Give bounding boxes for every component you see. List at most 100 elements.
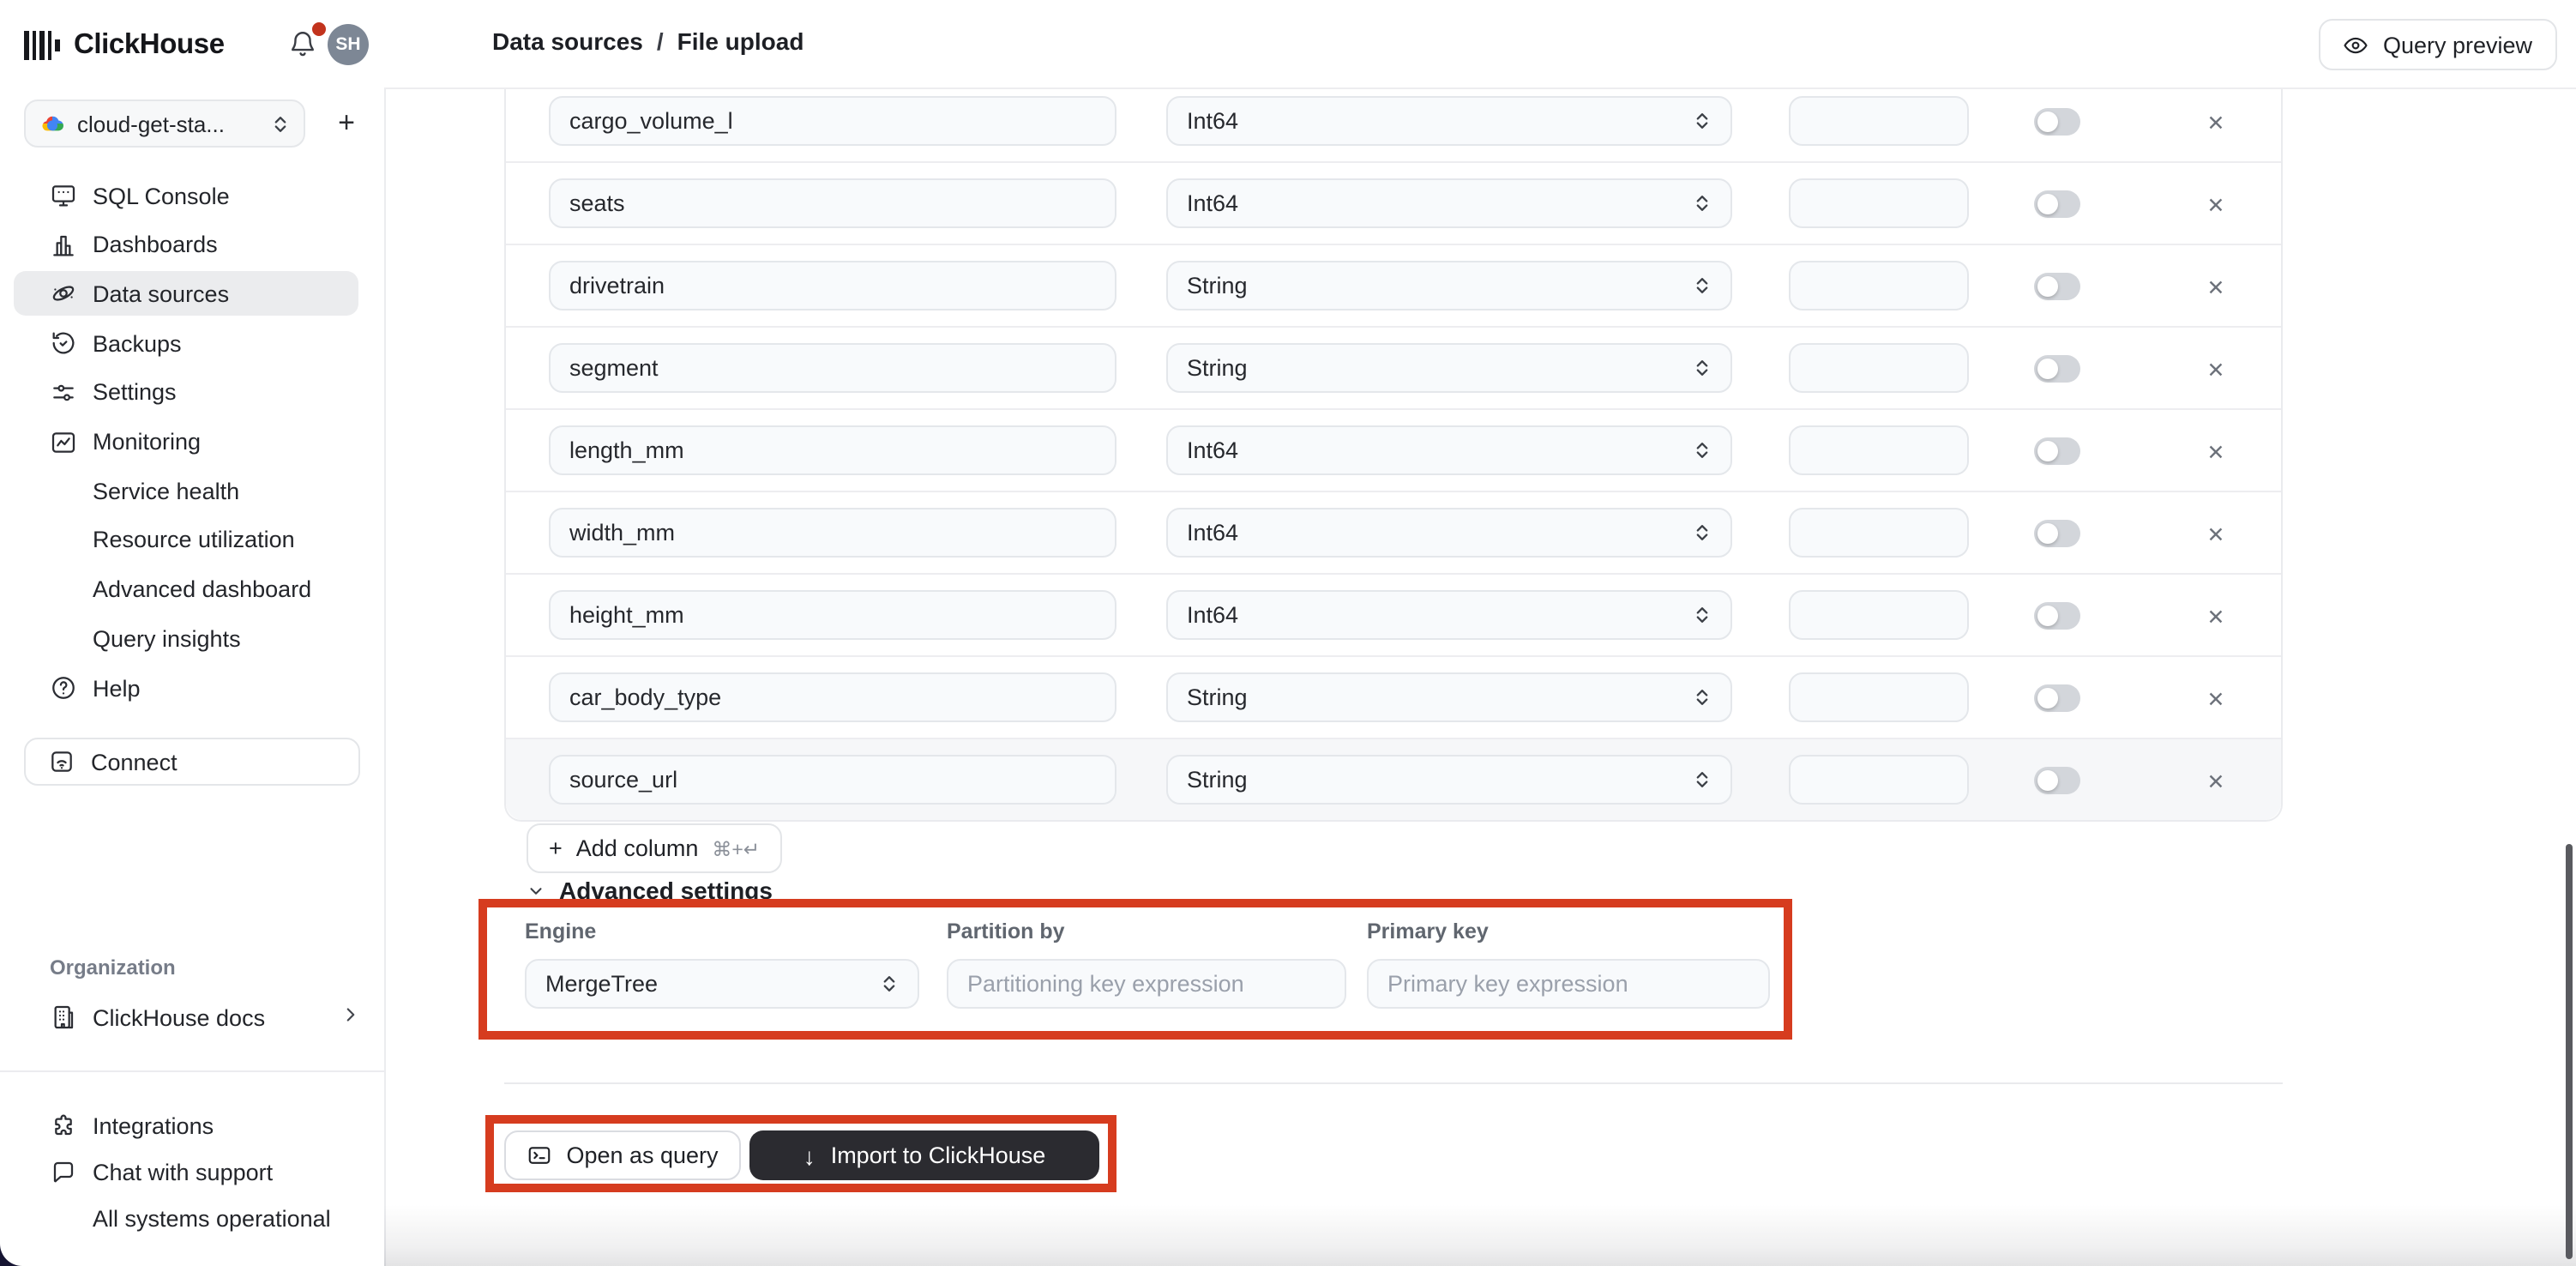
close-icon: ✕ (2207, 109, 2225, 135)
nullable-toggle[interactable] (2034, 108, 2080, 136)
engine-select[interactable]: MergeTree (525, 959, 919, 1009)
sidebar-item-label: Resource utilization (93, 528, 295, 553)
primary-key-input[interactable] (1367, 959, 1770, 1009)
sidebar-item-clickhouse-docs[interactable]: ClickHouse docs (14, 995, 358, 1040)
sidebar-item-integrations[interactable]: Integrations (14, 1103, 358, 1148)
avatar[interactable]: SH (328, 24, 369, 65)
query-preview-button[interactable]: Query preview (2319, 19, 2557, 70)
column-type-select[interactable]: String (1166, 343, 1732, 393)
column-name-input[interactable] (549, 261, 1116, 310)
nullable-toggle[interactable] (2034, 190, 2080, 218)
column-name-input[interactable] (549, 755, 1116, 805)
remove-column-button[interactable]: ✕ (2200, 271, 2231, 302)
sidebar-item-query-insights[interactable]: Query insights (14, 617, 358, 661)
chevron-up-down-icon (880, 973, 899, 995)
column-type-select[interactable]: Int64 (1166, 96, 1732, 146)
breadcrumb-data-sources[interactable]: Data sources (492, 27, 643, 55)
add-service-button[interactable]: + (326, 103, 367, 144)
column-type-value: Int64 (1187, 437, 1238, 463)
column-type-select[interactable]: String (1166, 672, 1732, 722)
system-status[interactable]: All systems operational (14, 1196, 358, 1240)
remove-column-button[interactable]: ✕ (2200, 189, 2231, 220)
remove-column-button[interactable]: ✕ (2200, 106, 2231, 137)
sidebar-item-monitoring[interactable]: Monitoring (14, 419, 358, 464)
remove-column-button[interactable]: ✕ (2200, 518, 2231, 549)
nullable-toggle[interactable] (2034, 437, 2080, 465)
column-type-select[interactable]: Int64 (1166, 425, 1732, 475)
column-type-select[interactable]: Int64 (1166, 508, 1732, 558)
remove-column-button[interactable]: ✕ (2200, 353, 2231, 384)
sidebar-item-settings[interactable]: Settings (14, 371, 358, 415)
column-name-input[interactable] (549, 178, 1116, 228)
table-row: String ✕ (506, 739, 2281, 820)
column-name-input[interactable] (549, 343, 1116, 393)
add-column-button[interactable]: + Add column ⌘+↵ (527, 823, 782, 873)
default-value-input[interactable] (1789, 261, 1969, 310)
sidebar-item-sql-console[interactable]: SQL Console (14, 173, 358, 218)
remove-column-button[interactable]: ✕ (2200, 765, 2231, 796)
close-icon: ✕ (2207, 603, 2225, 629)
column-type-value: String (1187, 273, 1248, 298)
sidebar-item-dashboards[interactable]: Dashboards (14, 222, 358, 267)
sidebar-item-label: SQL Console (93, 183, 230, 208)
brand-name: ClickHouse (74, 28, 225, 61)
column-type-select[interactable]: Int64 (1166, 178, 1732, 228)
sidebar-item-advanced-dashboard[interactable]: Advanced dashboard (14, 567, 358, 612)
section-divider (504, 1082, 2283, 1084)
column-type-select[interactable]: Int64 (1166, 590, 1732, 640)
column-name-input[interactable] (549, 508, 1116, 558)
advanced-settings-toggle[interactable]: Advanced settings (527, 875, 773, 906)
column-type-select[interactable]: String (1166, 261, 1732, 310)
close-icon: ✕ (2207, 768, 2225, 793)
column-name-input[interactable] (549, 590, 1116, 640)
nullable-toggle[interactable] (2034, 355, 2080, 383)
breadcrumb-file-upload: File upload (677, 27, 804, 55)
table-row: Int64 ✕ (506, 410, 2281, 492)
default-value-input[interactable] (1789, 672, 1969, 722)
connect-button[interactable]: Connect (24, 738, 360, 786)
vertical-scrollbar[interactable] (2566, 844, 2572, 1259)
open-as-query-button[interactable]: Open as query (504, 1130, 741, 1180)
remove-column-button[interactable]: ✕ (2200, 436, 2231, 467)
column-name-input[interactable] (549, 672, 1116, 722)
sidebar-item-label: Service health (93, 478, 239, 503)
sidebar-item-service-health[interactable]: Service health (14, 468, 358, 513)
nullable-toggle[interactable] (2034, 767, 2080, 794)
default-value-input[interactable] (1789, 755, 1969, 805)
column-name-input[interactable] (549, 425, 1116, 475)
nullable-toggle[interactable] (2034, 273, 2080, 300)
import-label: Import to ClickHouse (831, 1142, 1046, 1168)
nullable-toggle[interactable] (2034, 520, 2080, 547)
sidebar-item-label: Advanced dashboard (93, 576, 311, 602)
default-value-input[interactable] (1789, 96, 1969, 146)
chevron-up-down-icon (1693, 604, 1712, 626)
breadcrumb: Data sources / File upload (492, 27, 803, 55)
nullable-toggle[interactable] (2034, 684, 2080, 712)
default-value-input[interactable] (1789, 178, 1969, 228)
partition-by-input[interactable] (947, 959, 1346, 1009)
table-row: String ✕ (506, 657, 2281, 739)
chat-icon (50, 1158, 77, 1185)
sidebar-item-backups[interactable]: Backups (14, 321, 358, 365)
primary-key-label: Primary key (1367, 919, 1489, 943)
nullable-toggle[interactable] (2034, 602, 2080, 630)
column-name-input[interactable] (549, 96, 1116, 146)
sidebar-item-label: Data sources (93, 281, 229, 307)
close-icon: ✕ (2207, 521, 2225, 546)
default-value-input[interactable] (1789, 343, 1969, 393)
sidebar-item-data-sources[interactable]: Data sources (14, 272, 358, 316)
status-dot-icon (55, 1211, 69, 1225)
default-value-input[interactable] (1789, 425, 1969, 475)
connect-icon (48, 748, 75, 775)
remove-column-button[interactable]: ✕ (2200, 683, 2231, 714)
sidebar-item-help[interactable]: Help (14, 666, 358, 710)
default-value-input[interactable] (1789, 508, 1969, 558)
sidebar-item-label: Settings (93, 380, 177, 406)
remove-column-button[interactable]: ✕ (2200, 600, 2231, 631)
column-type-select[interactable]: String (1166, 755, 1732, 805)
import-to-clickhouse-button[interactable]: ↓ Import to ClickHouse (749, 1130, 1099, 1180)
default-value-input[interactable] (1789, 590, 1969, 640)
service-selector[interactable]: cloud-get-sta... (24, 99, 305, 148)
sidebar-item-resource-utilization[interactable]: Resource utilization (14, 518, 358, 563)
sidebar-item-chat-with-support[interactable]: Chat with support (14, 1149, 358, 1194)
